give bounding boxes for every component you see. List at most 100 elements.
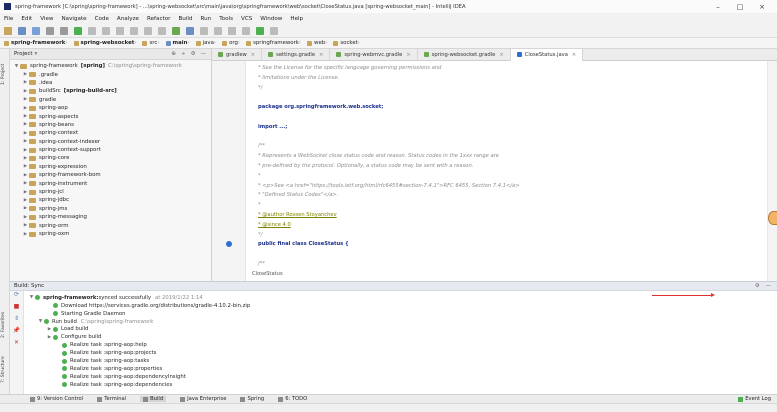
intention-bulb-icon[interactable] bbox=[226, 241, 232, 247]
chevron-right-icon[interactable]: ▶ bbox=[22, 80, 29, 85]
tree-node[interactable]: ▶ .gradle bbox=[10, 70, 211, 78]
menu-vcs[interactable]: VCS bbox=[241, 16, 252, 22]
build-tree-node[interactable]: ▶ Load build bbox=[28, 326, 89, 334]
tree-node[interactable]: ▶ spring-jms bbox=[10, 205, 211, 213]
build-tree-node[interactable]: ▶ Configure build bbox=[28, 334, 102, 342]
save-icon[interactable] bbox=[18, 26, 26, 35]
chevron-down-icon[interactable]: ▼ bbox=[13, 64, 20, 69]
menu-tools[interactable]: Tools bbox=[219, 16, 233, 22]
chevron-right-icon[interactable]: ▶ bbox=[22, 106, 29, 111]
breadcrumb-item[interactable]: main › bbox=[165, 40, 190, 46]
tree-node[interactable]: ▶ spring-aspects bbox=[10, 112, 211, 120]
close-button[interactable]: × bbox=[751, 3, 773, 11]
vcs-update-icon[interactable] bbox=[172, 26, 180, 35]
minimize-button[interactable]: – bbox=[707, 3, 729, 11]
menu-edit[interactable]: Edit bbox=[21, 16, 32, 22]
chevron-right-icon[interactable]: ▶ bbox=[22, 72, 29, 77]
chevron-right-icon[interactable]: ▶ bbox=[22, 181, 29, 186]
chevron-right-icon[interactable]: ▶ bbox=[22, 223, 29, 228]
breadcrumb-item[interactable]: src › bbox=[142, 40, 160, 46]
editor-scrollbar[interactable] bbox=[767, 61, 777, 281]
profile-icon[interactable] bbox=[144, 26, 152, 35]
close-icon[interactable]: ✕ bbox=[10, 339, 23, 351]
project-structure-icon[interactable] bbox=[242, 26, 250, 35]
chevron-right-icon[interactable]: ▶ bbox=[22, 122, 29, 127]
build-icon[interactable] bbox=[74, 26, 82, 35]
event-log-button[interactable]: Event Log bbox=[738, 396, 771, 402]
sync-icon[interactable] bbox=[32, 26, 40, 35]
build-tree-node[interactable]: Realize task :spring-aop:properties bbox=[28, 365, 162, 373]
chevron-right-icon[interactable]: ▶ bbox=[22, 215, 29, 220]
stop-icon[interactable] bbox=[158, 26, 166, 35]
chevron-right-icon[interactable]: ▶ bbox=[22, 164, 29, 169]
breadcrumb-item[interactable]: spring-websocket › bbox=[73, 40, 136, 46]
breadcrumb-item[interactable]: org › bbox=[222, 40, 240, 46]
hide-icon[interactable]: — bbox=[201, 51, 207, 57]
tree-node[interactable]: ▶ spring-orm bbox=[10, 221, 211, 229]
breadcrumb-item[interactable]: web › bbox=[307, 40, 327, 46]
maximize-button[interactable]: □ bbox=[729, 3, 751, 11]
build-tree-node[interactable]: Starting Gradle Daemon bbox=[28, 310, 125, 318]
code-area[interactable]: * See the License for the specific langu… bbox=[252, 61, 767, 281]
refresh-icon[interactable]: ⟳ bbox=[10, 291, 23, 303]
chevron-right-icon[interactable]: ▶ bbox=[22, 206, 29, 211]
tree-node[interactable]: ▶ spring-messaging bbox=[10, 213, 211, 221]
close-icon[interactable]: × bbox=[406, 52, 410, 58]
breadcrumb-item[interactable]: spring-framework › bbox=[4, 40, 68, 46]
build-tree-node[interactable]: Realize task :spring-aop:help bbox=[28, 341, 147, 349]
build-tree-node[interactable]: Realize task :spring-aop:tasks bbox=[28, 357, 149, 365]
tree-node[interactable]: ▶ spring-context-indexer bbox=[10, 138, 211, 146]
tree-node[interactable]: ▶ spring-instrument bbox=[10, 179, 211, 187]
editor-tab[interactable]: gradlew × bbox=[212, 48, 263, 61]
breadcrumb-item[interactable]: socket › bbox=[333, 40, 360, 46]
build-tree-node[interactable]: Realize task :spring-aop:projects bbox=[28, 349, 156, 357]
chevron-right-icon[interactable]: ▶ bbox=[22, 131, 29, 136]
tool-window-button[interactable]: 9: Version Control bbox=[30, 396, 83, 402]
tree-node[interactable]: ▶ gradle bbox=[10, 96, 211, 104]
chevron-right-icon[interactable]: ▶ bbox=[22, 114, 29, 119]
close-icon[interactable]: × bbox=[319, 52, 323, 58]
back-icon[interactable] bbox=[46, 26, 54, 35]
tree-node[interactable]: ▼ spring-framework [spring] C:\spring\sprin… bbox=[10, 62, 211, 70]
structure-tool-tab[interactable]: 7: Structure bbox=[1, 349, 9, 383]
build-tool-title[interactable]: Build: Sync bbox=[14, 283, 44, 289]
menu-view[interactable]: View bbox=[40, 16, 53, 22]
editor-tab[interactable]: CloseStatus.java × bbox=[510, 48, 584, 61]
chevron-right-icon[interactable]: ▶ bbox=[22, 156, 29, 161]
chevron-down-icon[interactable]: ▾ bbox=[34, 51, 37, 57]
build-tree-node[interactable]: ▼ spring-framework: synced successfully at… bbox=[28, 294, 203, 302]
tool-window-button[interactable]: 6: TODO bbox=[278, 396, 307, 402]
vcs-commit-icon[interactable] bbox=[186, 26, 194, 35]
menu-navigate[interactable]: Navigate bbox=[62, 16, 87, 22]
history-icon[interactable] bbox=[200, 26, 208, 35]
gear-icon[interactable]: ⚙ bbox=[191, 51, 196, 57]
search-everywhere-icon[interactable] bbox=[270, 26, 278, 35]
settings-icon[interactable] bbox=[228, 26, 236, 35]
tree-node[interactable]: ▶ spring-oxm bbox=[10, 230, 211, 238]
pin-icon[interactable]: 📌 bbox=[10, 327, 23, 339]
chevron-right-icon[interactable]: ▶ bbox=[22, 190, 29, 195]
tree-node[interactable]: ▶ buildSrc [spring-build-src] bbox=[10, 87, 211, 95]
chevron-down-icon[interactable]: ▼ bbox=[28, 295, 35, 300]
menu-file[interactable]: File bbox=[4, 16, 13, 22]
tree-node[interactable]: ▶ spring-jcl bbox=[10, 188, 211, 196]
editor-tab[interactable]: spring-websocket.gradle × bbox=[418, 48, 511, 61]
forward-icon[interactable] bbox=[60, 26, 68, 35]
menu-refactor[interactable]: Refactor bbox=[147, 16, 170, 22]
chevron-down-icon[interactable]: ▼ bbox=[37, 319, 44, 324]
tree-node[interactable]: ▶ spring-context bbox=[10, 129, 211, 137]
gear-icon[interactable]: ⚙ bbox=[755, 283, 760, 289]
project-view-selector[interactable]: Project bbox=[14, 51, 32, 57]
favorites-tool-tab[interactable]: 2: Favorites bbox=[1, 304, 9, 338]
locate-icon[interactable]: ⊕ bbox=[171, 51, 176, 57]
chevron-right-icon[interactable]: ▶ bbox=[46, 335, 53, 340]
build-tree-node[interactable]: Download https://services.gradle.org/dis… bbox=[28, 302, 250, 310]
stop-icon[interactable]: ■ bbox=[10, 303, 23, 315]
tree-node[interactable]: ▶ spring-core bbox=[10, 154, 211, 162]
chevron-right-icon[interactable]: ▶ bbox=[22, 139, 29, 144]
collapse-icon[interactable]: ÷ bbox=[181, 51, 186, 57]
tool-window-button[interactable]: Terminal bbox=[97, 396, 126, 402]
chevron-right-icon[interactable]: ▶ bbox=[46, 327, 53, 332]
chevron-right-icon[interactable]: ▶ bbox=[22, 173, 29, 178]
editor-tab[interactable]: spring-webmvc.gradle × bbox=[330, 48, 418, 61]
